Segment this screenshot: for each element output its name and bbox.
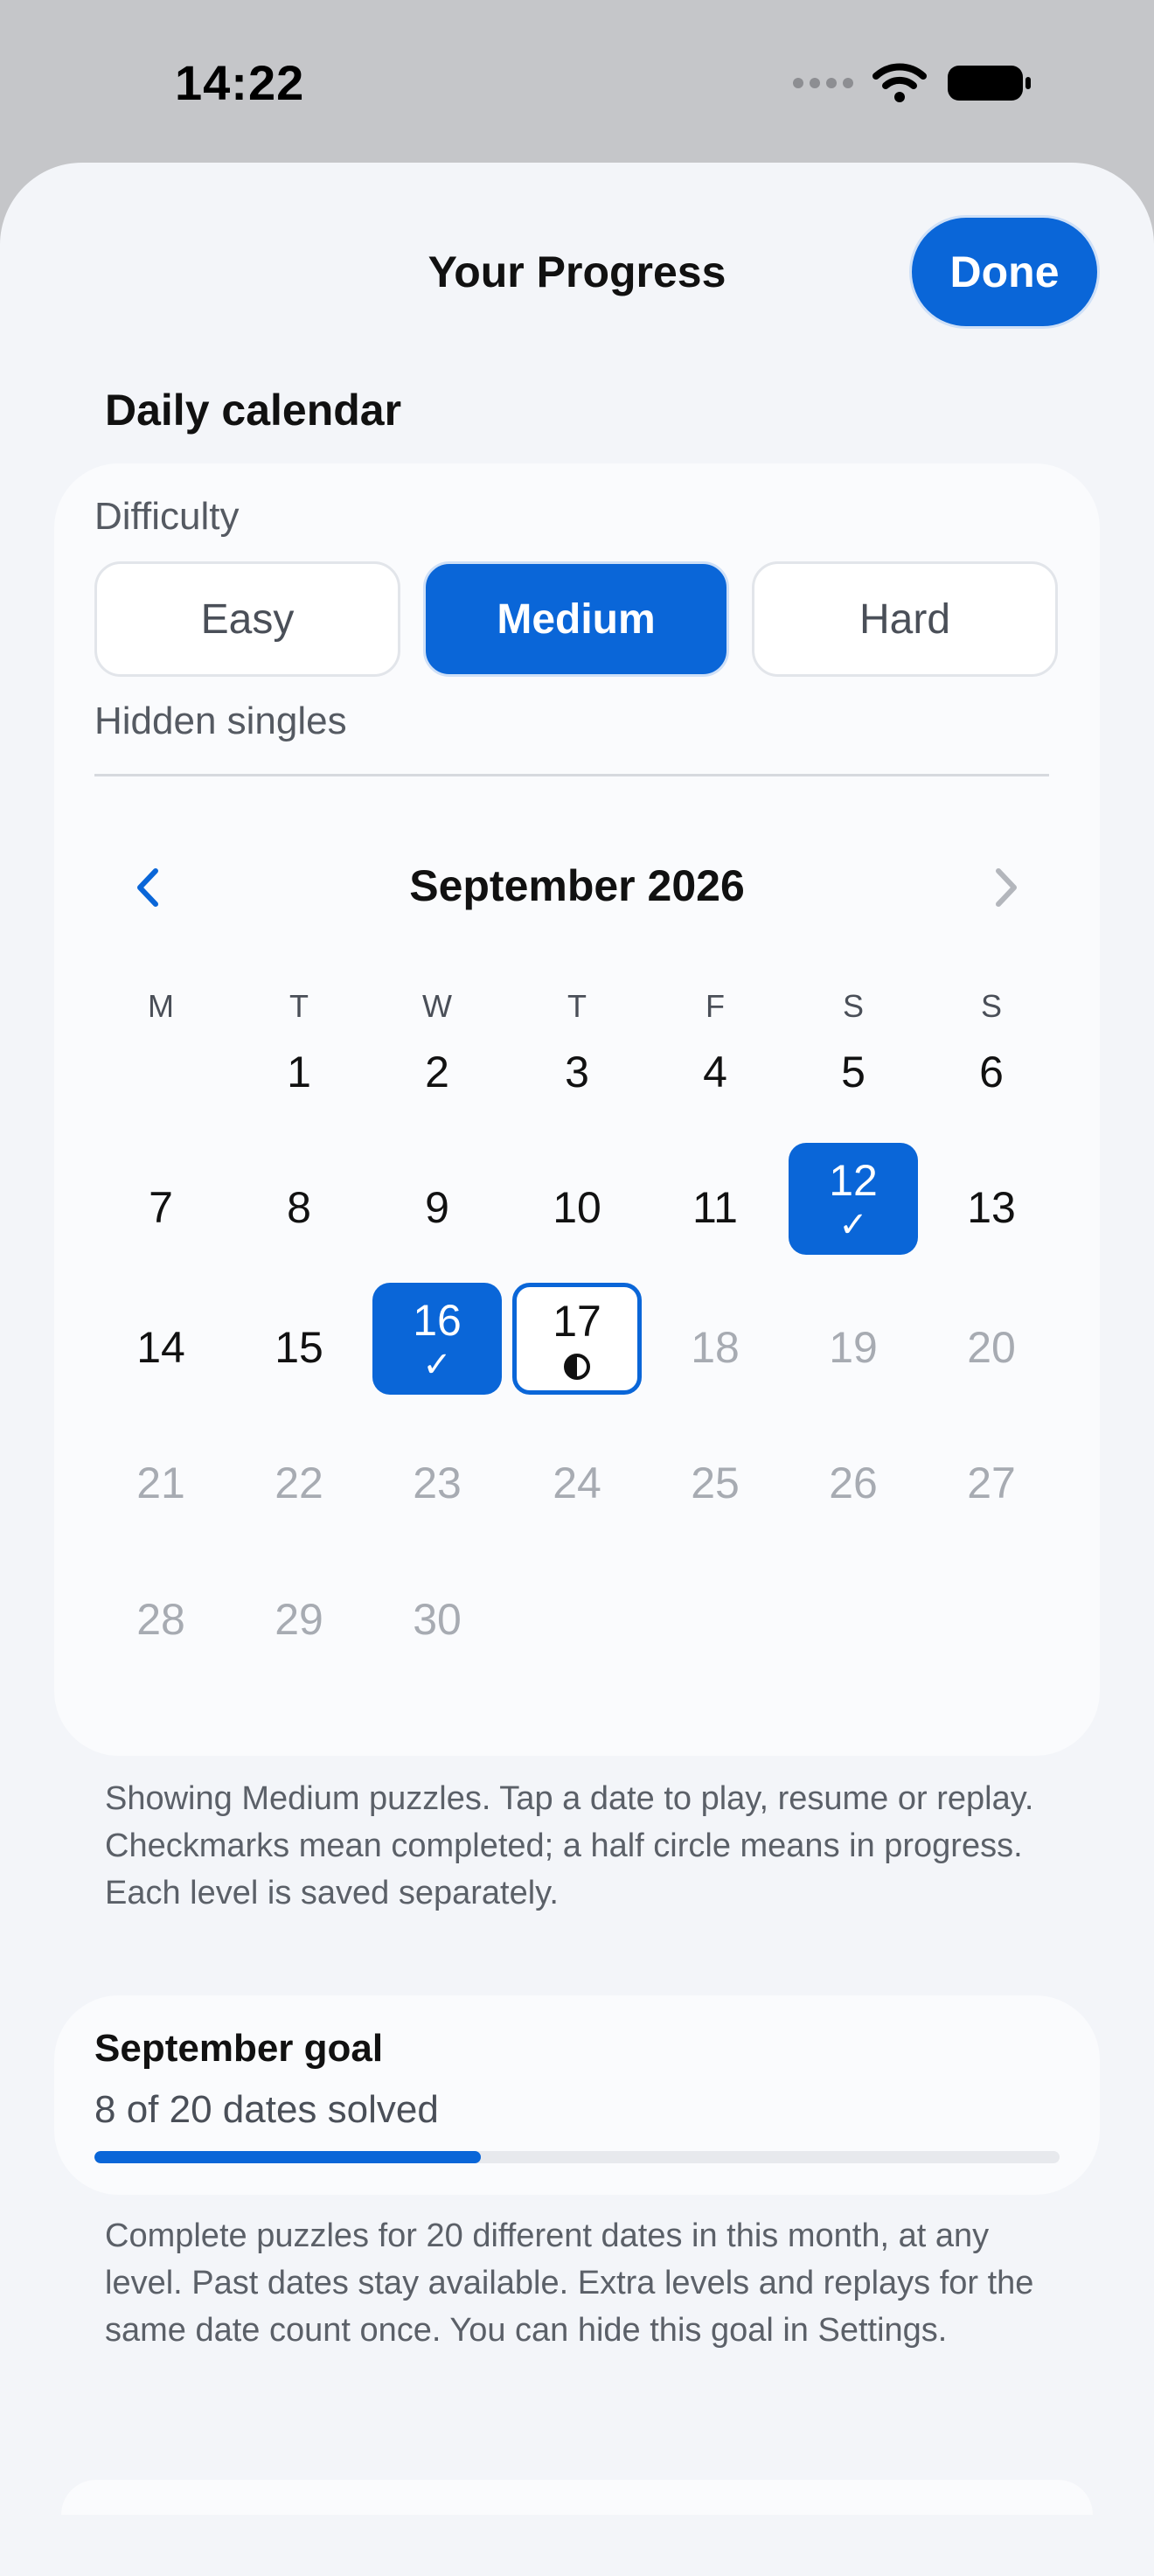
- calendar-day[interactable]: 26: [789, 1427, 918, 1539]
- calendar-day[interactable]: 17: [512, 1283, 642, 1395]
- calendar-day[interactable]: 27: [927, 1427, 1056, 1539]
- calendar-day[interactable]: 12 ✓: [789, 1143, 918, 1255]
- calendar-day[interactable]: 13: [927, 1152, 1056, 1264]
- day-number: 25: [691, 1459, 740, 1507]
- weekday-label: M: [148, 988, 174, 1024]
- cellular-signal-icon: [793, 78, 853, 88]
- calendar-day[interactable]: 9: [372, 1152, 502, 1264]
- day-number: 1: [287, 1048, 311, 1097]
- checkmark-icon: ✓: [838, 1206, 868, 1244]
- day-number: 22: [275, 1459, 323, 1507]
- calendar-day[interactable]: 15: [234, 1291, 364, 1403]
- chevron-right-icon[interactable]: [988, 866, 1023, 909]
- difficulty-hard-button[interactable]: Hard: [752, 561, 1058, 677]
- day-number: 28: [136, 1595, 185, 1644]
- calendar-day[interactable]: 2: [372, 1016, 502, 1128]
- day-number: 3: [565, 1048, 589, 1097]
- section-title-daily-calendar: Daily calendar: [105, 386, 402, 435]
- goal-progress-bar: [94, 2151, 1060, 2163]
- checkmark-icon: ✓: [422, 1346, 452, 1384]
- calendar-day[interactable]: 20: [927, 1291, 1056, 1403]
- day-number: 29: [275, 1595, 323, 1644]
- calendar-day[interactable]: 3: [512, 1016, 642, 1128]
- day-number: 4: [703, 1048, 727, 1097]
- calendar-help-text: Showing Medium puzzles. Tap a date to pl…: [105, 1780, 1034, 1911]
- calendar-day[interactable]: 23: [372, 1427, 502, 1539]
- calendar-day[interactable]: 25: [650, 1427, 780, 1539]
- puzzle-type-label: Hidden singles: [94, 700, 347, 742]
- day-number: 10: [553, 1183, 601, 1232]
- difficulty-medium-button[interactable]: Medium: [423, 561, 729, 677]
- day-number: 14: [136, 1323, 185, 1372]
- calendar-day[interactable]: 10: [512, 1152, 642, 1264]
- half-circle-icon: [564, 1354, 590, 1380]
- day-number: 11: [692, 1183, 738, 1232]
- day-number: 6: [979, 1048, 1004, 1097]
- goal-help-text: Complete puzzles for 20 different dates …: [105, 2217, 1034, 2349]
- day-number: 27: [967, 1459, 1016, 1507]
- day-number: 12: [829, 1156, 878, 1205]
- calendar-day[interactable]: 5: [789, 1016, 918, 1128]
- day-number: 24: [553, 1459, 601, 1507]
- day-number: 21: [136, 1459, 185, 1507]
- difficulty-label: Difficulty: [94, 495, 240, 538]
- goal-count: 8 of 20 dates solved: [94, 2088, 439, 2131]
- wifi-icon: [872, 63, 927, 102]
- calendar-day[interactable]: 4: [650, 1016, 780, 1128]
- calendar-day[interactable]: 19: [789, 1291, 918, 1403]
- done-button[interactable]: Done: [909, 215, 1100, 329]
- calendar-day[interactable]: 11: [650, 1152, 780, 1264]
- calendar-day[interactable]: 16 ✓: [372, 1283, 502, 1395]
- day-number: 23: [413, 1459, 462, 1507]
- day-number: 17: [553, 1297, 601, 1346]
- day-number: 2: [425, 1048, 449, 1097]
- next-card-edge: [61, 2480, 1093, 2515]
- calendar-day[interactable]: 7: [96, 1152, 226, 1264]
- divider: [94, 774, 1049, 776]
- calendar-day[interactable]: 18: [650, 1291, 780, 1403]
- day-number: 9: [425, 1183, 449, 1232]
- day-number: 16: [413, 1296, 462, 1345]
- calendar-day[interactable]: 22: [234, 1427, 364, 1539]
- calendar-day[interactable]: 30: [372, 1563, 502, 1675]
- day-number: 30: [413, 1595, 462, 1644]
- calendar-day[interactable]: 29: [234, 1563, 364, 1675]
- day-number: 8: [287, 1183, 311, 1232]
- day-number: 7: [149, 1183, 173, 1232]
- day-number: 20: [967, 1323, 1016, 1372]
- calendar-day[interactable]: 1: [234, 1016, 364, 1128]
- day-number: 19: [829, 1323, 878, 1372]
- status-icons: [793, 61, 1033, 105]
- day-number: 26: [829, 1459, 878, 1507]
- goal-title: September goal: [94, 2027, 384, 2070]
- month-title: September 2026: [409, 861, 745, 910]
- day-number: 5: [841, 1048, 866, 1097]
- calendar-day[interactable]: 28: [96, 1563, 226, 1675]
- calendar-day[interactable]: 21: [96, 1427, 226, 1539]
- calendar-day[interactable]: 14: [96, 1291, 226, 1403]
- day-number: 15: [275, 1323, 323, 1372]
- battery-icon: [948, 66, 1031, 101]
- status-time: 14:22: [175, 55, 305, 110]
- goal-progress-fill: [94, 2151, 481, 2163]
- calendar-day[interactable]: 8: [234, 1152, 364, 1264]
- calendar-day[interactable]: 6: [927, 1016, 1056, 1128]
- calendar-day[interactable]: 24: [512, 1427, 642, 1539]
- difficulty-easy-button[interactable]: Easy: [94, 561, 400, 677]
- day-number: 18: [691, 1323, 740, 1372]
- day-number: 13: [967, 1183, 1016, 1232]
